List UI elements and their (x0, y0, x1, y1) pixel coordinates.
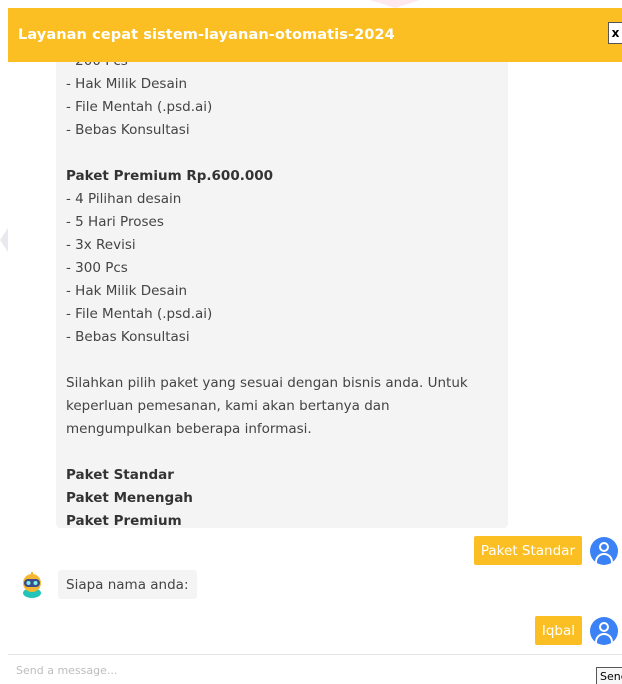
message-input[interactable] (16, 659, 576, 681)
message-line: - File Mentah (.psd.ai) (66, 99, 213, 115)
option-paket-premium[interactable]: Paket Premium (66, 510, 498, 528)
message-input-bar: Send (8, 654, 622, 684)
message-line: - 300 Pcs (66, 260, 128, 276)
user-message: Iqbal (534, 616, 582, 645)
user-message-row: Iqbal (534, 616, 618, 645)
message-line: - Bebas Konsultasi (66, 122, 190, 138)
closing-text: mengumpulkan beberapa informasi. (66, 421, 312, 437)
user-message-row: Paket Standar (473, 536, 618, 565)
message-line: - 4 Pilihan desain (66, 191, 182, 207)
message-line: - Bebas Konsultasi (66, 329, 190, 345)
premium-package-title: Paket Premium Rp.600.000 (66, 168, 274, 184)
user-message: Paket Standar (473, 536, 582, 565)
closing-text: Silahkan pilih paket yang sesuai dengan … (66, 375, 468, 391)
closing-text: keperluan pemesanan, kami akan bertanya … (66, 398, 390, 414)
message-line: - 3x Revisi (66, 237, 136, 253)
option-paket-standar[interactable]: Paket Standar (66, 464, 498, 487)
message-line: - 5 Hari Proses (66, 214, 164, 230)
user-avatar-icon (590, 616, 618, 645)
send-button[interactable]: Send (596, 667, 622, 684)
bot-message-packages: - 200 Pcs - Hak Milik Desain - File Ment… (56, 62, 508, 528)
close-icon: x (611, 26, 620, 40)
message-line: - 200 Pcs (66, 62, 498, 73)
message-line: - File Mentah (.psd.ai) (66, 306, 213, 322)
user-avatar-icon (590, 536, 618, 565)
chat-messages[interactable]: - 200 Pcs - Hak Milik Desain - File Ment… (8, 62, 622, 654)
send-button-label: Send (600, 669, 622, 683)
bot-question: Siapa nama anda: (58, 570, 197, 599)
message-line: - Hak Milik Desain (66, 76, 188, 92)
message-line: - Hak Milik Desain (66, 283, 188, 299)
robot-avatar-icon (18, 571, 46, 599)
option-paket-menengah[interactable]: Paket Menengah (66, 487, 498, 510)
chat-header: Layanan cepat sistem-layanan-otomatis-20… (8, 8, 622, 62)
close-button[interactable]: x (608, 22, 622, 44)
bot-message-row: Siapa nama anda: (18, 570, 197, 599)
chat-title: Layanan cepat sistem-layanan-otomatis-20… (18, 27, 395, 43)
